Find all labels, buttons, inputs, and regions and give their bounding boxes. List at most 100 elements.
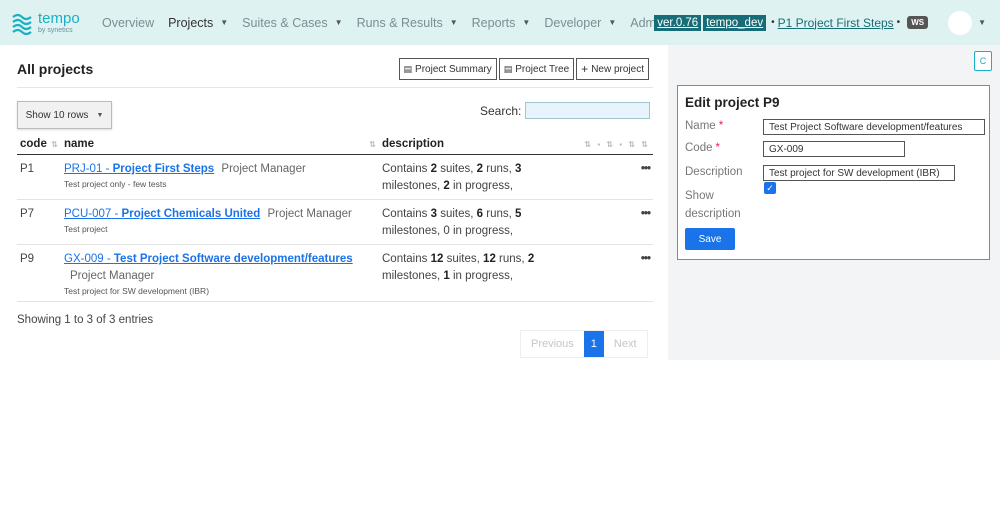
row-name: GX-009 - Test Project Software developme… [61, 244, 379, 302]
nav-label: Projects [168, 15, 214, 30]
show-rows-dropdown[interactable]: Show 10 rows ▼ [17, 101, 112, 129]
project-name-link[interactable]: Test Project Software development/featur… [114, 253, 353, 265]
show-description-label: Show description [685, 190, 741, 220]
row-description: Contains 12 suites, 12 runs, 2 milestone… [379, 244, 619, 302]
column-label: description [382, 138, 444, 150]
project-name-link[interactable]: Project Chemicals United [122, 208, 261, 220]
table-info: Showing 1 to 3 of 3 entries [17, 314, 154, 326]
workspace-badge[interactable]: WS [907, 16, 929, 29]
name-label: Name * [685, 120, 724, 132]
description-label: Description [685, 166, 743, 178]
column-header-description[interactable]: description ⇅ ▪ ⇅ ▪ ⇅ ⇅ [379, 135, 653, 155]
nav-developer[interactable]: Developer ▼ [544, 16, 616, 30]
pagination-page[interactable]: 1 [583, 331, 604, 357]
project-code-link[interactable]: PCU-007 [64, 208, 111, 220]
table-row[interactable]: P9 GX-009 - Test Project Software develo… [17, 244, 653, 302]
tempo-logo-icon [12, 13, 32, 35]
column-header-name[interactable]: name ⇅ [61, 135, 379, 155]
show-description-checkbox[interactable]: ✓ [764, 182, 776, 194]
search-input[interactable] [525, 102, 650, 119]
table-row[interactable]: P7 PCU-007 - Project Chemicals United Pr… [17, 199, 653, 245]
version-badge[interactable]: ver.0.76 [654, 14, 702, 31]
sort-icon: ⇅ [51, 140, 58, 149]
project-subtitle: Test project only - few tests [64, 179, 167, 189]
nav-right: ver.0.76 tempo_dev • P1 Project First St… [654, 0, 986, 45]
row-actions-icon[interactable]: ••• [619, 199, 653, 245]
save-button[interactable]: Save [685, 228, 735, 250]
caret-down-icon: ▼ [96, 111, 104, 119]
row-description: Contains 3 suites, 6 runs, 5 milestones,… [379, 199, 619, 245]
nav-label: Runs & Results [356, 15, 443, 30]
sort-icon: ⇅ [369, 140, 376, 149]
main-nav: Overview Projects ▼ Suites & Cases ▼ Runs … [102, 16, 680, 30]
row-name: PRJ-01 - Project First Steps Project Man… [61, 154, 379, 200]
caret-down-icon: ▼ [449, 18, 458, 27]
collapse-button[interactable]: C [974, 51, 992, 71]
brand-tagline: by synetics [38, 27, 73, 34]
row-code: P9 [17, 244, 61, 302]
caret-down-icon: ▼ [522, 18, 531, 27]
projects-table: code ⇅ name ⇅ description ⇅ ▪ ⇅ ▪ ⇅ ⇅ P1 PR… [17, 135, 653, 302]
code-label: Code * [685, 142, 720, 154]
column-label: name [64, 138, 95, 150]
environment-badge[interactable]: tempo_dev [703, 14, 767, 31]
pagination-next[interactable]: Next [604, 331, 647, 357]
project-code-link[interactable]: PRJ-01 [64, 163, 102, 175]
project-subtitle: Test project for SW development (IBR) [64, 286, 210, 296]
nav-label: Reports [471, 15, 516, 30]
table-row[interactable]: P1 PRJ-01 - Project First Steps Project … [17, 154, 653, 200]
column-label: code [20, 138, 47, 150]
current-project-link[interactable]: P1 Project First Steps [778, 16, 894, 30]
nav-runs-results[interactable]: Runs & Results ▼ [357, 16, 458, 30]
separator-dot: • [771, 17, 775, 28]
name-field[interactable]: Test Project Software development/featur… [763, 119, 985, 135]
column-header-code[interactable]: code ⇅ [17, 135, 61, 155]
top-navbar: tempo by synetics Overview Projects ▼ Sui… [0, 0, 1000, 45]
brand-name: tempo [38, 10, 80, 27]
row-description: Contains 2 suites, 2 runs, 3 milestones,… [379, 154, 619, 200]
nav-label: Suites & Cases [242, 15, 328, 30]
sort-icon: ⇅ ▪ ⇅ ▪ ⇅ ⇅ [584, 140, 650, 149]
document-icon: ▤ [403, 63, 413, 74]
plus-icon: + [581, 62, 589, 76]
logo[interactable]: tempo by synetics [10, 11, 90, 35]
caret-down-icon: ▼ [220, 18, 229, 27]
project-summary-button[interactable]: ▤ Project Summary [398, 58, 497, 80]
row-name: PCU-007 - Project Chemicals United Proje… [61, 199, 379, 245]
dropdown-label: Show 10 rows [25, 109, 89, 121]
toolbar: ▤ Project Summary ▤ Project Tree + New proj… [397, 58, 649, 80]
project-role: Project Manager [221, 163, 306, 175]
form-title: Edit project P9 [685, 95, 780, 110]
code-field[interactable]: GX-009 [763, 141, 905, 157]
check-icon: ✓ [766, 182, 774, 193]
project-tree-button[interactable]: ▤ Project Tree [498, 58, 575, 80]
pagination: Previous 1 Next [520, 330, 648, 358]
project-code-link[interactable]: GX-009 [64, 253, 104, 265]
project-role: Project Manager [70, 270, 155, 282]
project-subtitle: Test project [64, 224, 108, 234]
new-project-button[interactable]: + New project [576, 58, 649, 80]
caret-down-icon[interactable]: ▼ [978, 18, 986, 27]
button-label: New project [591, 63, 644, 75]
page-title: All projects [17, 61, 94, 77]
divider [17, 87, 653, 88]
nav-projects[interactable]: Projects ▼ [168, 16, 228, 30]
pagination-previous[interactable]: Previous [521, 331, 584, 357]
separator-dot: • [896, 17, 901, 28]
nav-suites-cases[interactable]: Suites & Cases ▼ [242, 16, 342, 30]
nav-reports[interactable]: Reports ▼ [472, 16, 531, 30]
avatar[interactable] [948, 10, 973, 35]
row-code: P1 [17, 154, 61, 200]
description-field[interactable]: Test project for SW development (IBR) [763, 165, 955, 181]
project-name-link[interactable]: Project First Steps [113, 163, 215, 175]
search-label: Search: [480, 104, 522, 118]
row-code: P7 [17, 199, 61, 245]
caret-down-icon: ▼ [334, 18, 343, 27]
row-actions-icon[interactable]: ••• [619, 244, 653, 302]
document-icon: ▤ [503, 63, 513, 74]
row-actions-icon[interactable]: ••• [619, 154, 653, 200]
nav-label: Developer [544, 15, 602, 30]
edit-panel: C Edit project P9 Name * Test Project Sof… [668, 45, 1000, 360]
button-label: Project Tree [515, 63, 570, 75]
nav-overview[interactable]: Overview [102, 16, 154, 30]
